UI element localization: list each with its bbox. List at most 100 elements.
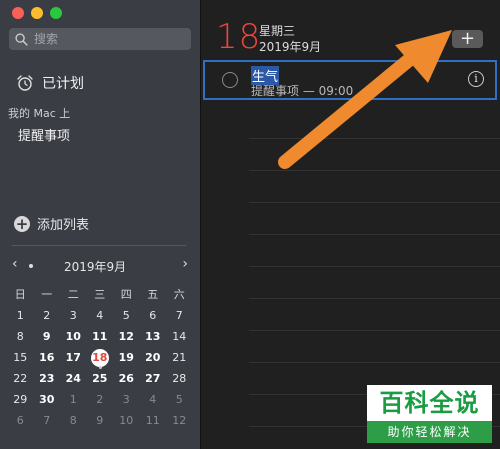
calendar-day[interactable]: 12 — [166, 410, 193, 431]
sidebar-item-reminders[interactable]: 提醒事项 — [18, 125, 70, 144]
info-icon[interactable]: i — [468, 71, 484, 87]
add-list-button[interactable]: + 添加列表 — [14, 214, 89, 233]
row-divider — [249, 298, 500, 299]
calendar-day-label: 27 — [145, 372, 161, 385]
calendar-week-row: 6 7 8 9 10 11 12 — [7, 410, 193, 431]
divider — [12, 245, 186, 246]
add-reminder-button[interactable]: + — [452, 30, 483, 48]
reminder-item[interactable]: 生气 提醒事项 — 09:00 i — [203, 60, 497, 100]
section-header-my-mac: 我的 Mac 上 — [8, 107, 71, 120]
calendar-day[interactable]: 4 — [87, 305, 114, 326]
calendar-day[interactable]: 8 — [60, 410, 87, 431]
calendar-day[interactable]: 3 — [113, 389, 140, 410]
calendar-day-label: 29 — [13, 393, 28, 406]
search-icon — [15, 32, 28, 46]
calendar-day-label: 7 — [175, 309, 183, 322]
window-controls — [12, 7, 62, 19]
calendar-day-label: 5 — [122, 309, 130, 322]
calendar-day[interactable]: 5 — [113, 305, 140, 326]
calendar-day[interactable]: 9 — [34, 326, 61, 347]
weekday-label: 三 — [94, 288, 106, 301]
weekday-label: 二 — [67, 288, 79, 301]
calendar-day[interactable]: 7 — [34, 410, 61, 431]
weekday-label: 日 — [14, 288, 26, 301]
calendar-day-label: 17 — [65, 351, 81, 364]
calendar-day[interactable]: 7 — [166, 305, 193, 326]
calendar-week-row: 1 2 3 4 5 6 7 — [7, 305, 193, 326]
calendar-day-label: 24 — [65, 372, 81, 385]
calendar-day[interactable]: 25 — [87, 368, 114, 389]
calendar-day-label: 7 — [43, 414, 51, 427]
calendar-day[interactable]: 14 — [166, 326, 193, 347]
calendar-day-label: 28 — [172, 372, 187, 385]
calendar-day-label: 22 — [13, 372, 28, 385]
chevron-left-icon[interactable]: ‹ — [12, 256, 18, 272]
calendar-day-label: 11 — [145, 414, 160, 427]
chevron-right-icon[interactable]: › — [182, 256, 188, 272]
calendar-day[interactable]: 21 — [166, 347, 193, 368]
calendar-day-label: 9 — [96, 414, 104, 427]
search-field[interactable] — [9, 28, 191, 50]
calendar-day[interactable]: 26 — [113, 368, 140, 389]
calendar-day[interactable]: 27 — [140, 368, 167, 389]
calendar-day-label: 6 — [16, 414, 24, 427]
calendar-day-label: 1 — [69, 393, 77, 406]
calendar-day[interactable]: 2 — [87, 389, 114, 410]
sidebar-item-scheduled[interactable]: 已计划 — [16, 73, 84, 93]
calendar-day[interactable]: 4 — [140, 389, 167, 410]
calendar-day-label: 18 — [90, 349, 109, 367]
calendar-day[interactable]: 24 — [60, 368, 87, 389]
calendar-day[interactable]: 22 — [7, 368, 34, 389]
calendar-day-label: 12 — [172, 414, 187, 427]
calendar-day[interactable]: 30 — [34, 389, 61, 410]
calendar-day[interactable]: 9 — [87, 410, 114, 431]
calendar-day-label: 12 — [118, 330, 134, 343]
calendar-day-label: 23 — [39, 372, 55, 385]
calendar-day[interactable]: 11 — [87, 326, 114, 347]
calendar-day[interactable]: 15 — [7, 347, 34, 368]
calendar-day[interactable]: 11 — [140, 410, 167, 431]
complete-checkbox[interactable] — [222, 72, 238, 88]
calendar-day[interactable]: 28 — [166, 368, 193, 389]
calendar-day[interactable]: 8 — [7, 326, 34, 347]
calendar-day-label: 8 — [16, 330, 24, 343]
calendar-day[interactable]: 19 — [113, 347, 140, 368]
reminder-subtitle: 提醒事项 — 09:00 — [251, 84, 354, 98]
sidebar: 已计划 我的 Mac 上 提醒事项 + 添加列表 ‹ 2019年9月 › 日 一… — [0, 0, 201, 449]
zoom-window-button[interactable] — [50, 7, 62, 19]
calendar-day-label: 9 — [42, 330, 51, 343]
calendar-day-label: 30 — [39, 393, 55, 406]
calendar-day[interactable]: 6 — [7, 410, 34, 431]
calendar-day-label: 20 — [145, 351, 161, 364]
calendar-day-label: 14 — [172, 330, 187, 343]
watermark-logo: 百科全说 助你轻松解决 — [367, 385, 492, 443]
calendar-day-label: 25 — [92, 372, 108, 385]
calendar-day[interactable]: 1 — [60, 389, 87, 410]
calendar-day[interactable]: 16 — [34, 347, 61, 368]
minimize-window-button[interactable] — [31, 7, 43, 19]
calendar-day[interactable]: 10 — [113, 410, 140, 431]
row-divider — [249, 362, 500, 363]
calendar-day[interactable]: 2 — [34, 305, 61, 326]
calendar-day[interactable]: 1 — [7, 305, 34, 326]
weekday-label: 星期三 — [259, 24, 296, 38]
calendar-week-row: 15 16 17 18 19 20 21 — [7, 347, 193, 369]
calendar-day[interactable]: 29 — [7, 389, 34, 410]
row-divider — [249, 170, 500, 171]
calendar-day[interactable]: 18 — [87, 347, 114, 369]
calendar-day[interactable]: 23 — [34, 368, 61, 389]
calendar-day[interactable]: 17 — [60, 347, 87, 368]
calendar-day[interactable]: 13 — [140, 326, 167, 347]
calendar-day[interactable]: 10 — [60, 326, 87, 347]
calendar-day[interactable]: 3 — [60, 305, 87, 326]
calendar-day[interactable]: 20 — [140, 347, 167, 368]
search-input[interactable] — [34, 32, 184, 46]
weekday-label: 四 — [120, 288, 132, 301]
calendar-day[interactable]: 6 — [140, 305, 167, 326]
calendar-day-label: 21 — [172, 351, 187, 364]
today-dot-button[interactable] — [29, 264, 33, 268]
calendar-day[interactable]: 12 — [113, 326, 140, 347]
calendar-week-row: 22 23 24 25 26 27 28 — [7, 368, 193, 389]
close-window-button[interactable] — [12, 7, 24, 19]
calendar-day[interactable]: 5 — [166, 389, 193, 410]
